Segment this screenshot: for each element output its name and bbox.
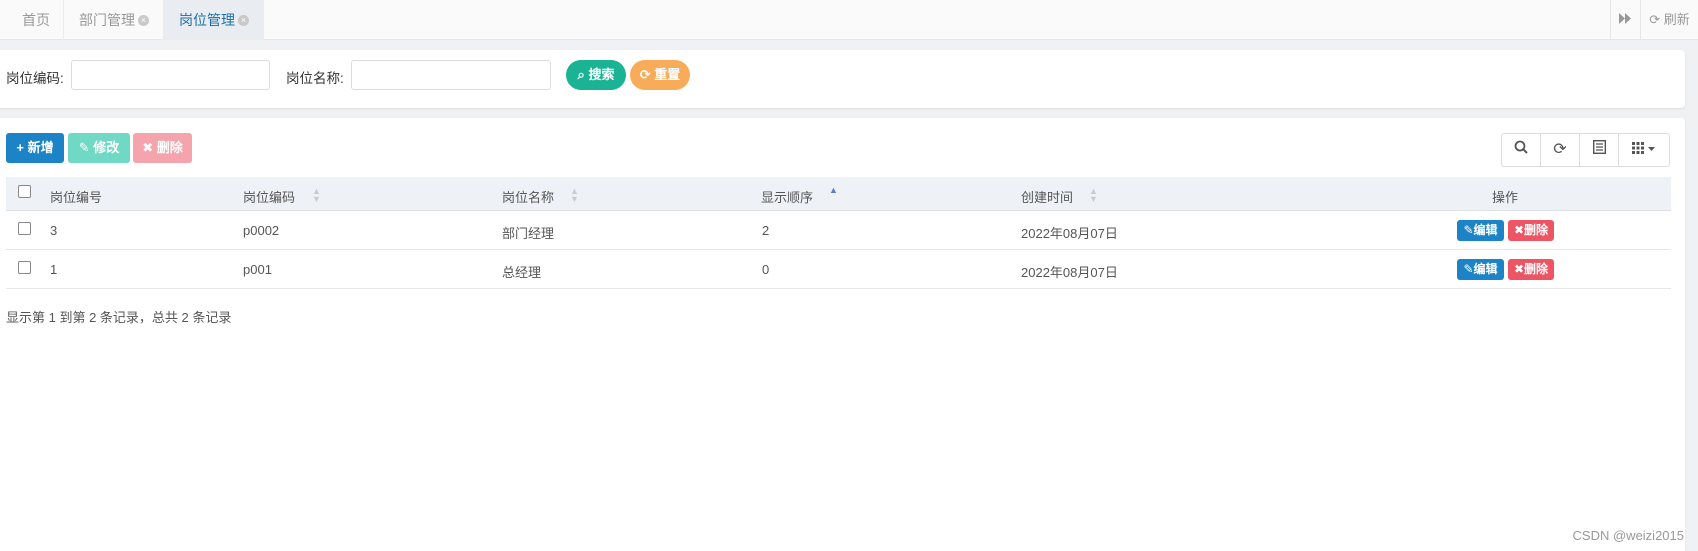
tabs-forward-button[interactable] — [1610, 0, 1640, 40]
add-button[interactable]: + 新增 — [6, 133, 64, 163]
table-row: 3 p0002 部门经理 2 2022年08月07日 ✎编辑 ✖删除 — [6, 211, 1671, 250]
edit-icon: ✎ — [1463, 223, 1474, 237]
tab-label: 首页 — [22, 12, 50, 28]
cell-order: 0 — [762, 262, 770, 277]
search-button-label: 搜索 — [588, 67, 615, 82]
column-header-name[interactable]: 岗位名称 — [502, 187, 554, 206]
sort-icon: ▲ ▼ — [312, 186, 321, 204]
column-header-actions: 操作 — [1492, 190, 1519, 205]
search-icon: ⌕ — [577, 67, 585, 82]
close-icon: ✖ — [1513, 223, 1525, 237]
tab-label: 部门管理 — [79, 12, 135, 28]
cell-code: p001 — [243, 262, 272, 277]
edit-button[interactable]: ✎ 修改 — [68, 133, 130, 163]
plus-icon: + — [16, 140, 24, 155]
table-search-button[interactable] — [1501, 133, 1541, 167]
sort-icon: ▲ ▼ — [1089, 186, 1098, 204]
cell-id: 1 — [50, 262, 58, 277]
row-edit-label: 编辑 — [1473, 223, 1498, 237]
toggle-view-button[interactable] — [1579, 133, 1619, 167]
pagination-summary: 显示第 1 到第 2 条记录，总共 2 条记录 — [6, 310, 232, 325]
row-edit-button[interactable]: ✎编辑 — [1457, 259, 1504, 280]
tab-post-management[interactable]: 岗位管理 × — [164, 0, 264, 40]
tab-bar: 首页 部门管理 × 岗位管理 × ⟳ 刷新 — [0, 0, 1698, 40]
close-icon: ✖ — [1513, 262, 1525, 276]
tab-department-management[interactable]: 部门管理 × — [64, 0, 164, 40]
row-checkbox[interactable] — [18, 222, 31, 235]
tab-home[interactable]: 首页 — [0, 0, 64, 40]
refresh-icon: ⟳ — [1553, 141, 1567, 158]
row-delete-label: 删除 — [1524, 262, 1549, 276]
cell-created: 2022年08月07日 — [1021, 226, 1118, 241]
refresh-icon: ⟳ — [639, 67, 651, 82]
delete-button[interactable]: ✖ 删除 — [133, 133, 192, 163]
edit-icon: ✎ — [1463, 262, 1474, 276]
table-refresh-button[interactable]: ⟳ — [1540, 133, 1580, 167]
column-header-id[interactable]: 岗位编号 — [50, 187, 102, 206]
cell-name: 部门经理 — [502, 226, 555, 241]
sort-icon: ▲ ▼ — [570, 186, 579, 204]
cell-order: 2 — [762, 223, 770, 238]
reset-button[interactable]: ⟳ 重置 — [630, 60, 690, 90]
columns-button[interactable] — [1618, 133, 1670, 167]
post-name-input[interactable] — [351, 60, 551, 90]
tabs-refresh-button[interactable]: ⟳ 刷新 — [1640, 0, 1698, 40]
cell-id: 3 — [50, 223, 58, 238]
search-button[interactable]: ⌕ 搜索 — [566, 60, 626, 90]
cell-created: 2022年08月07日 — [1021, 265, 1118, 280]
row-checkbox[interactable] — [18, 261, 31, 274]
post-name-label: 岗位名称: — [286, 71, 344, 86]
cell-code: p0002 — [243, 223, 280, 238]
add-button-label: 新增 — [27, 140, 54, 155]
table-header: 岗位编号 岗位编码 ▲ ▼ 岗位名称 ▲ ▼ 显示顺序 ▲ 创建时间 ▲ ▼ 操作 — [6, 177, 1671, 211]
edit-button-label: 修改 — [93, 140, 120, 155]
table-row: 1 p001 总经理 0 2022年08月07日 ✎编辑 ✖删除 — [6, 250, 1671, 289]
row-edit-button[interactable]: ✎编辑 — [1457, 220, 1504, 241]
tab-label: 岗位管理 — [179, 12, 235, 28]
refresh-label: 刷新 — [1663, 12, 1690, 27]
column-header-order[interactable]: 显示顺序 — [761, 187, 813, 206]
sort-ascending-icon: ▲ — [829, 185, 838, 195]
row-delete-button[interactable]: ✖删除 — [1508, 220, 1554, 241]
row-delete-label: 删除 — [1524, 223, 1549, 237]
row-edit-label: 编辑 — [1473, 262, 1498, 276]
close-icon: ✖ — [142, 140, 154, 155]
select-all-checkbox[interactable] — [18, 185, 31, 198]
watermark: CSDN @weizi2015 — [1572, 528, 1684, 543]
cell-name: 总经理 — [502, 265, 542, 280]
column-header-code[interactable]: 岗位编码 — [243, 187, 295, 206]
row-delete-button[interactable]: ✖删除 — [1508, 259, 1554, 280]
double-chevron-right-icon — [1619, 12, 1632, 27]
column-header-created[interactable]: 创建时间 — [1021, 187, 1073, 206]
post-code-input[interactable] — [71, 60, 270, 90]
columns-icon — [1632, 142, 1656, 157]
edit-icon: ✎ — [78, 140, 90, 155]
search-icon — [1514, 140, 1528, 157]
reset-button-label: 重置 — [654, 67, 681, 82]
close-icon[interactable]: × — [138, 15, 149, 26]
delete-button-label: 删除 — [156, 140, 183, 155]
post-code-label: 岗位编码: — [6, 71, 64, 86]
toggle-view-icon — [1592, 139, 1606, 157]
close-icon[interactable]: × — [238, 15, 249, 26]
refresh-icon: ⟳ — [1649, 12, 1661, 27]
